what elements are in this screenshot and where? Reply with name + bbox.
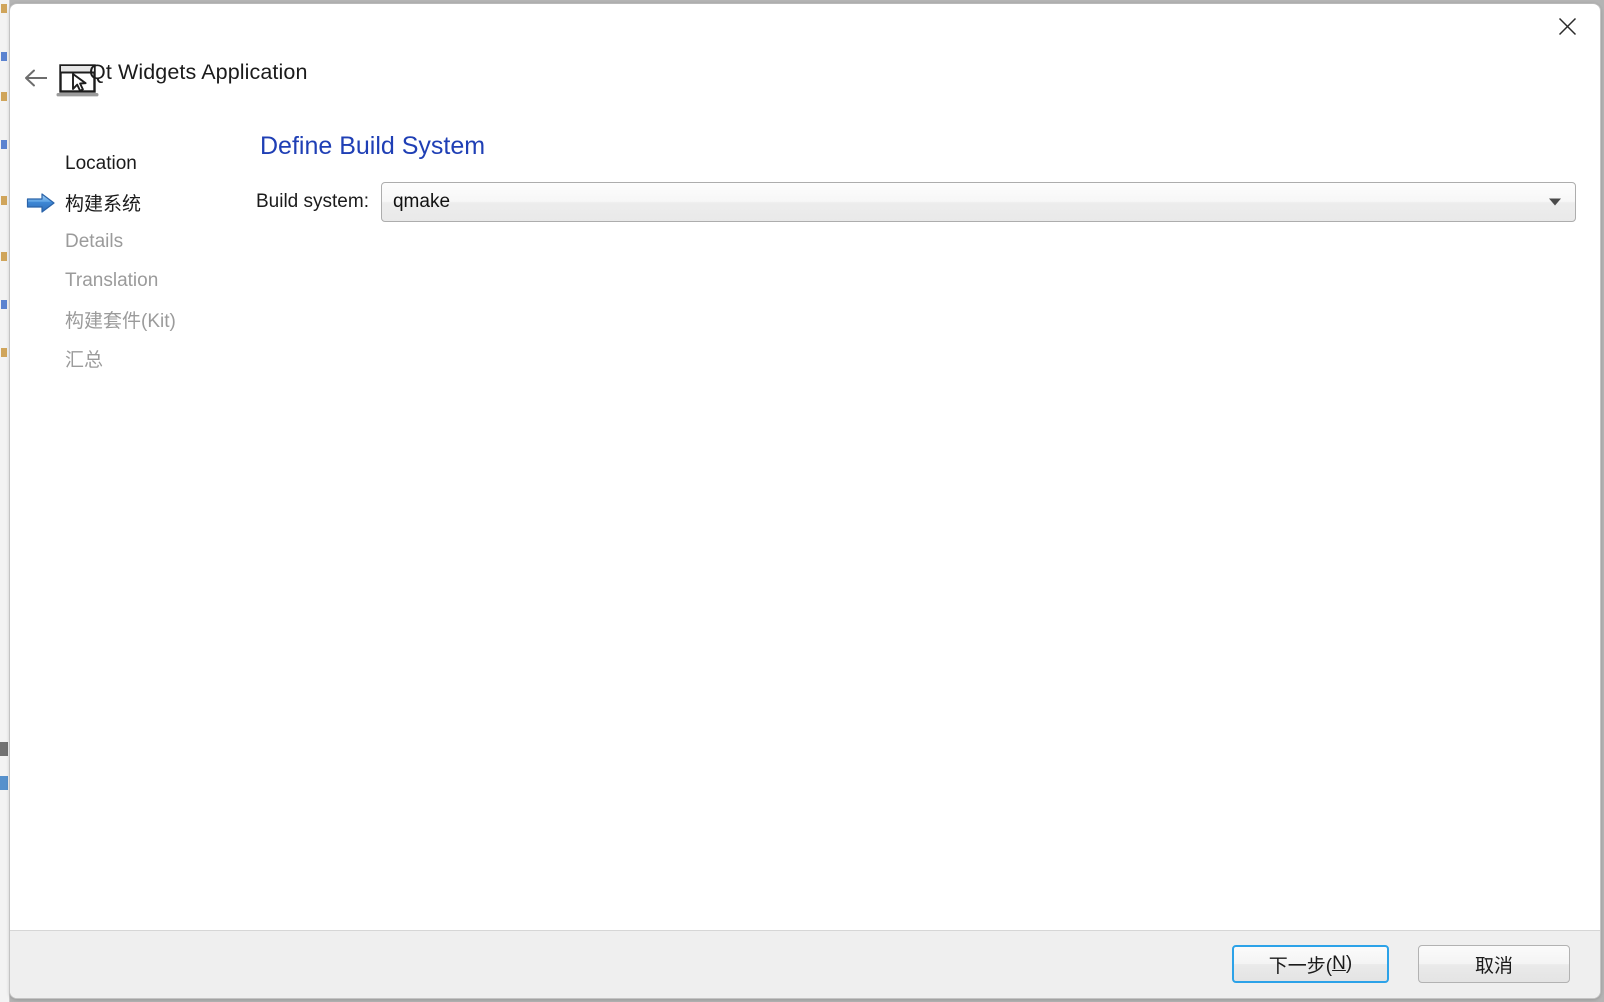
chevron-down-icon <box>1549 198 1561 206</box>
backdrop-fleck <box>1 348 7 357</box>
step-marker <box>26 308 58 332</box>
wizard-step-translation: Translation <box>10 261 244 300</box>
wizard-step-build-system[interactable]: 构建系统 <box>10 183 244 222</box>
current-step-blue-arrow-icon <box>26 191 58 215</box>
dialog-footer: 下一步(N) 取消 <box>10 930 1600 998</box>
wizard-step-summary: 汇总 <box>10 339 244 378</box>
backdrop-fleck <box>1 52 7 61</box>
wizard-step-list: Location 构建系统 Details Translation 构建套件(K… <box>10 144 244 378</box>
backdrop-fleck <box>1 252 7 261</box>
close-icon[interactable] <box>1544 6 1590 46</box>
dialog-titlebar <box>10 4 1600 56</box>
next-button-label-end: ) <box>1345 953 1353 974</box>
wizard-step-details: Details <box>10 222 244 261</box>
wizard-dialog: Qt Widgets Application Location 构建系统 Det… <box>9 3 1601 999</box>
back-arrow-icon[interactable] <box>15 60 57 96</box>
build-system-selected-value: qmake <box>392 191 451 212</box>
wizard-step-label: Translation <box>65 269 159 291</box>
step-marker <box>26 269 58 293</box>
cancel-button-label: 取消 <box>1474 955 1513 977</box>
backdrop-fleck <box>1 300 7 309</box>
build-system-form-row: Build system: qmake <box>256 182 1576 222</box>
wizard-step-label: Location <box>65 152 137 174</box>
wizard-step-label: 构建系统 <box>65 194 142 215</box>
step-marker <box>26 152 58 176</box>
backdrop-fleck <box>1 92 7 101</box>
next-button[interactable]: 下一步(N) <box>1232 945 1389 983</box>
page-title: Define Build System <box>260 132 486 160</box>
wizard-step-kit: 构建套件(Kit) <box>10 300 244 339</box>
step-marker <box>26 347 58 371</box>
wizard-step-label: 构建套件(Kit) <box>65 311 176 332</box>
wizard-step-label: Details <box>65 230 124 252</box>
wizard-step-location[interactable]: Location <box>10 144 244 183</box>
backdrop-fleck <box>1 4 7 13</box>
backdrop-fleck <box>0 776 8 790</box>
next-button-accelerator: N <box>1332 953 1346 974</box>
backdrop-fleck <box>1 140 7 149</box>
backdrop-fleck <box>0 742 8 756</box>
next-button-label-start: 下一步( <box>1268 955 1333 977</box>
build-system-select[interactable]: qmake <box>380 182 1576 222</box>
backdrop-fleck <box>1 196 7 205</box>
cancel-button[interactable]: 取消 <box>1418 945 1570 983</box>
wizard-step-label: 汇总 <box>65 350 104 371</box>
step-marker <box>26 230 58 254</box>
build-system-label: Build system: <box>256 191 369 212</box>
wizard-title: Qt Widgets Application <box>89 60 308 84</box>
